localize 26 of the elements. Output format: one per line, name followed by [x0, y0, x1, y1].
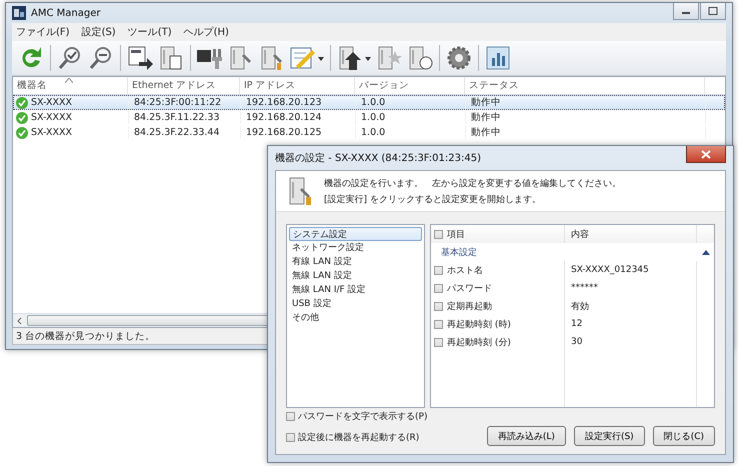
group-label: 基本設定	[441, 246, 477, 258]
window-title: AMC Manager	[31, 8, 100, 18]
table-cell: 1.0.0	[361, 97, 386, 108]
table-cell: 84:25:3F:00:11:22	[134, 97, 222, 108]
table-cell: 動作中	[471, 126, 501, 139]
table-cell: 192.168.20.124	[246, 112, 322, 123]
table-cell: 84.25.3F.11.22.33	[134, 112, 220, 123]
dialog-title: 機器の設定 - SX-XXXX (84:25:3F:01:23:45)	[275, 152, 481, 165]
table-cell: 192.168.20.123	[246, 97, 322, 108]
instruction-text: 機器の設定を行います。 左から設定を変更する値を編集してください。	[324, 178, 621, 190]
column-header: 項目	[447, 228, 465, 240]
table-cell: SX-XXXX	[31, 127, 72, 138]
instruction-text: [設定実行] をクリックすると設定変更を開始します。	[324, 194, 542, 206]
setting-label: 定期再起動	[447, 300, 492, 312]
table-cell: 動作中	[471, 111, 501, 124]
column-header: 内容	[571, 228, 589, 240]
table-cell: 192.168.20.125	[246, 127, 322, 138]
setting-label: ホスト名	[447, 264, 483, 276]
table-cell: 1.0.0	[361, 112, 386, 123]
table-cell: 動作中	[471, 96, 501, 109]
setting-label: 再起動時刻 (時)	[447, 318, 511, 330]
table-cell: 1.0.0	[361, 127, 386, 138]
setting-label: パスワード	[447, 282, 492, 294]
table-cell: 84.25.3F.22.33.44	[134, 127, 220, 138]
table-cell: SX-XXXX	[31, 97, 72, 108]
table-cell: SX-XXXX	[31, 112, 72, 123]
